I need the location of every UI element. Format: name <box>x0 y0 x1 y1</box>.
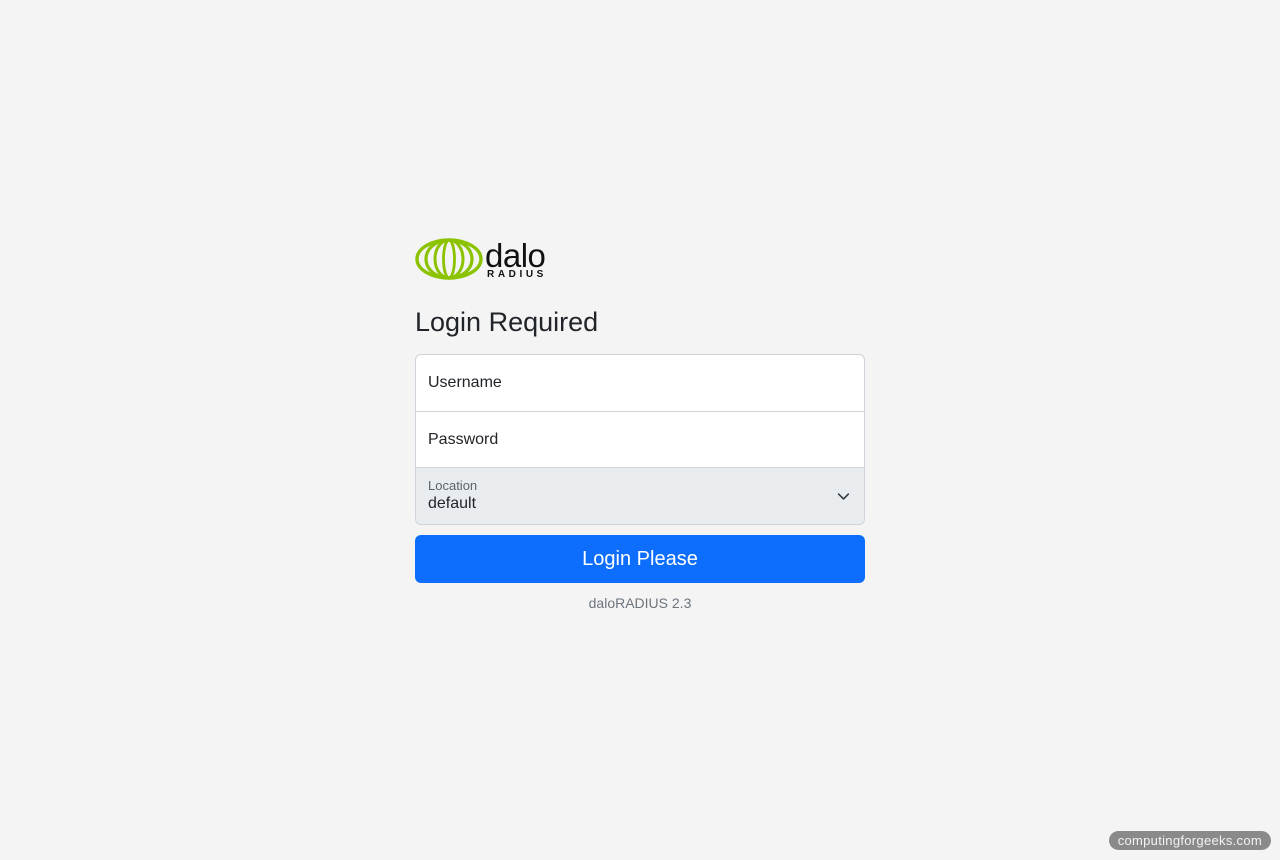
login-field-group: Location default <box>415 354 865 526</box>
login-page: dalo RADIUS Login Required Location defa… <box>0 0 1280 860</box>
logo-subword: RADIUS <box>487 269 547 280</box>
page-title: Login Required <box>415 307 599 337</box>
username-input[interactable] <box>428 374 852 393</box>
globe-logo-icon <box>415 238 483 280</box>
logo-word: dalo <box>485 237 546 274</box>
location-selected-value: default <box>428 495 477 513</box>
location-label: Location <box>428 477 478 493</box>
username-field-wrapper <box>416 355 864 411</box>
watermark-badge: computingforgeeks.com <box>1108 831 1271 850</box>
login-container: dalo RADIUS Login Required Location defa… <box>415 238 865 611</box>
dalo-radius-logo: dalo RADIUS <box>415 238 865 282</box>
password-field-wrapper <box>416 411 864 467</box>
login-form: Location default Login Please <box>415 354 865 584</box>
password-input[interactable] <box>428 430 852 449</box>
chevron-down-icon <box>837 493 850 501</box>
login-button[interactable]: Login Please <box>415 535 865 584</box>
logo-text: dalo RADIUS <box>485 238 547 280</box>
location-select[interactable]: Location default <box>416 467 864 525</box>
version-text: daloRADIUS 2.3 <box>588 595 692 612</box>
